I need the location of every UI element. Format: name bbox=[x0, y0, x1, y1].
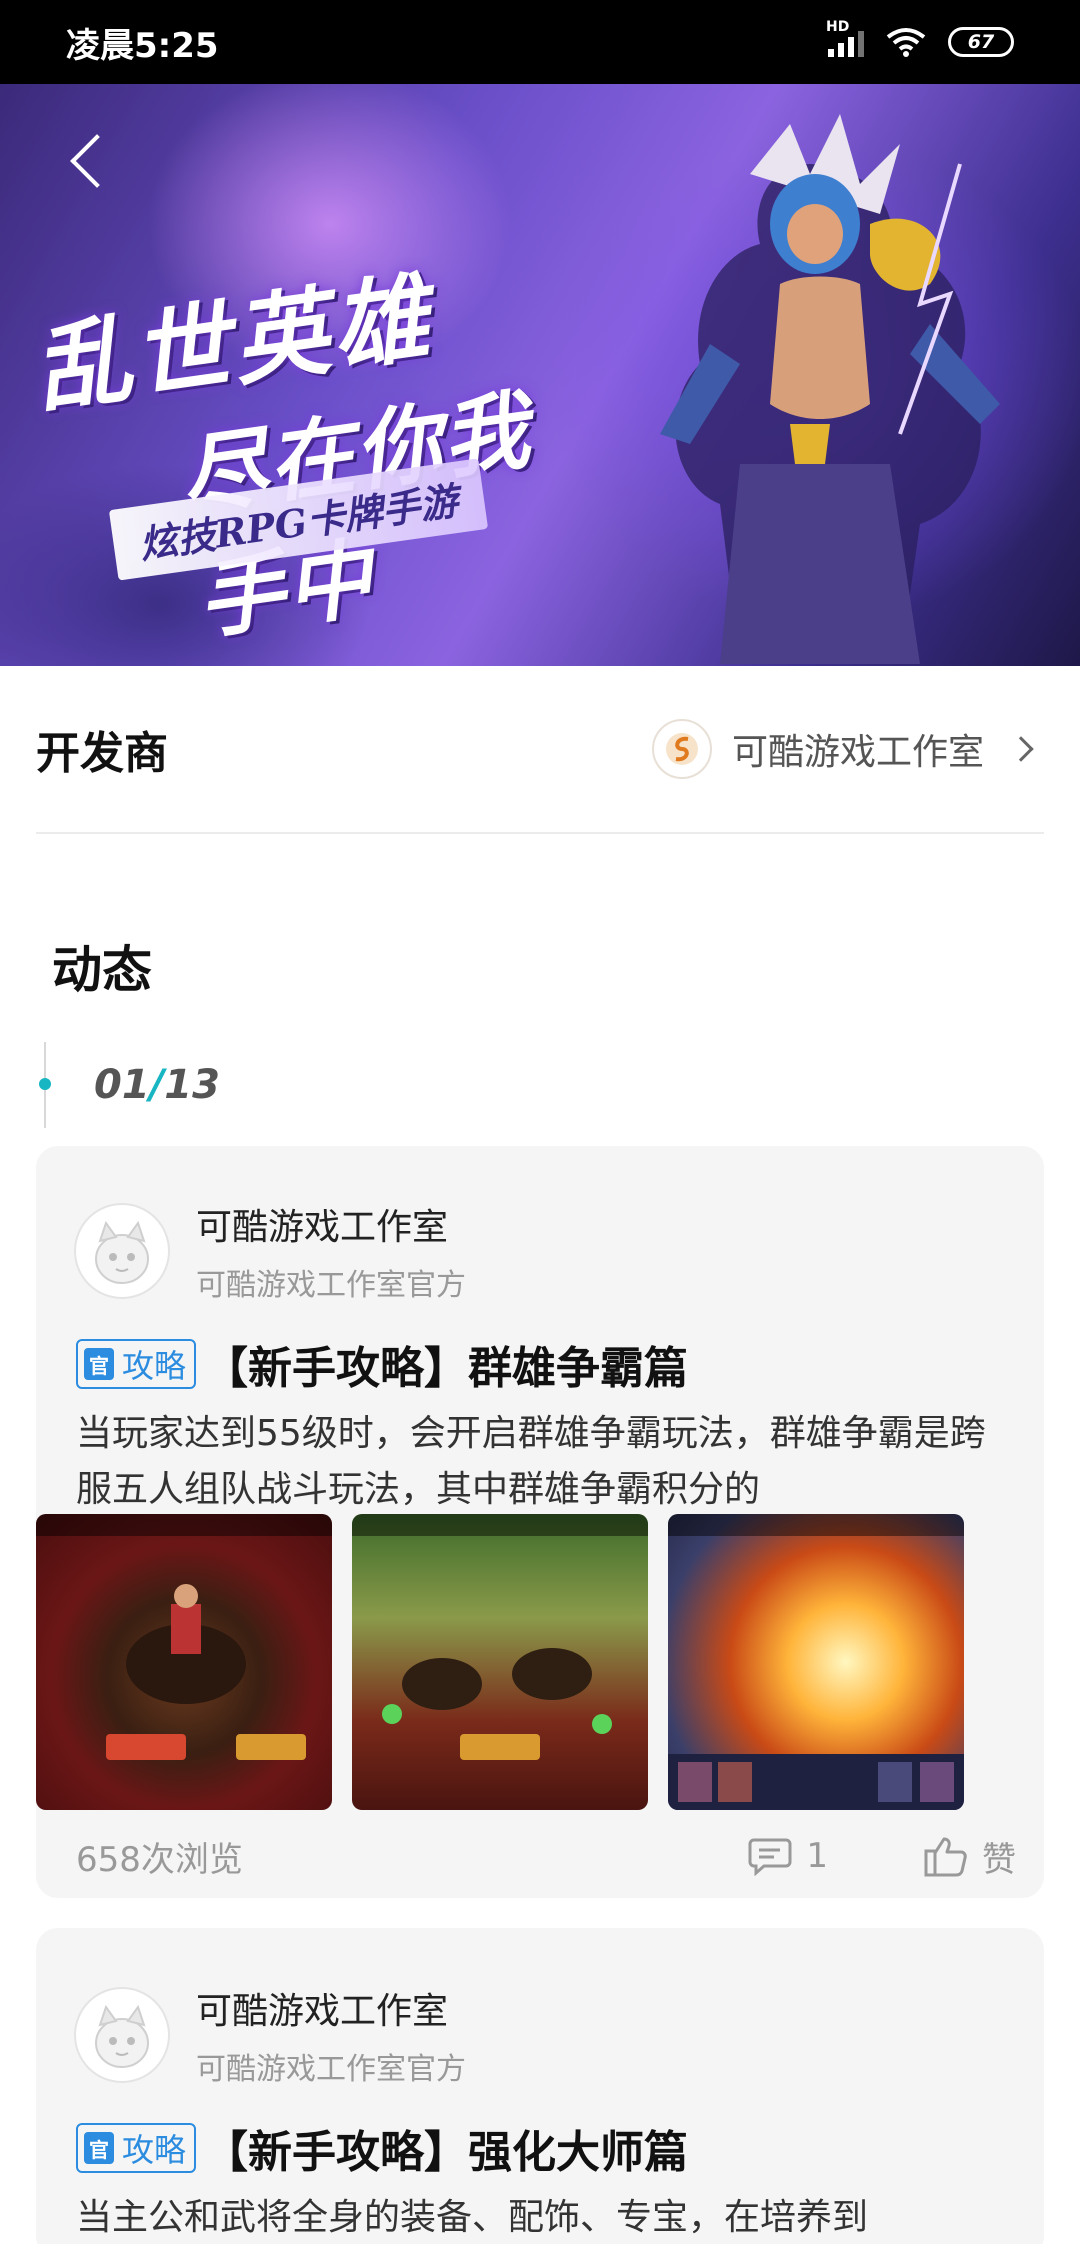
post-pager: 01/13 bbox=[39, 1042, 220, 1128]
mascot-avatar-icon bbox=[95, 2004, 149, 2068]
avatar[interactable] bbox=[74, 1987, 170, 2083]
post-title-row[interactable]: 官 攻略 【新手攻略】群雄争霸篇 bbox=[76, 1332, 688, 1396]
section-title: 动态 bbox=[52, 941, 152, 999]
strategy-badge: 官 攻略 bbox=[76, 1339, 197, 1389]
status-time: 凌晨5:25 bbox=[66, 25, 219, 66]
comment-button[interactable]: 1 bbox=[748, 1836, 828, 1876]
hero-banner: 乱世英雄 尽在你我手中 炫技RPG卡牌手游 bbox=[0, 84, 1080, 666]
post-images bbox=[36, 1514, 964, 1810]
pager-dot bbox=[39, 1078, 51, 1090]
signal-icon: HD bbox=[826, 19, 864, 57]
wifi-icon bbox=[886, 28, 926, 57]
author-name: 可酷游戏工作室 bbox=[196, 1207, 449, 1248]
battery-icon: 67 bbox=[948, 27, 1014, 57]
strategy-badge: 官 攻略 bbox=[76, 2123, 197, 2173]
pager-text: 01/13 bbox=[94, 1062, 220, 1108]
chevron-right-icon bbox=[1008, 736, 1034, 762]
back-icon[interactable] bbox=[70, 134, 124, 188]
hero-slogan: 乱世英雄 尽在你我手中 bbox=[24, 217, 632, 666]
battery-level: 67 bbox=[967, 31, 995, 53]
developer-row: 开发商 可酷游戏工作室 bbox=[36, 666, 1044, 834]
post-title: 【新手攻略】群雄争霸篇 bbox=[204, 1343, 689, 1394]
post-card[interactable]: 可酷游戏工作室 可酷游戏工作室官方 官 攻略 【新手攻略】群雄争霸篇 当玩家达到… bbox=[36, 1146, 1044, 1898]
post-title: 【新手攻略】强化大师篇 bbox=[204, 2127, 689, 2178]
pager-current: 01 bbox=[94, 1062, 150, 1108]
post-body[interactable]: 当玩家达到55级时，会开启群雄争霸玩法，群雄争霸是跨服五人组队战斗玩法，其中群雄… bbox=[76, 1406, 1006, 1518]
post-author[interactable]: 可酷游戏工作室 可酷游戏工作室官方 bbox=[74, 1982, 466, 2088]
mascot-avatar-icon bbox=[95, 1220, 149, 1284]
hero-character-illustration bbox=[660, 114, 1000, 664]
post-image[interactable] bbox=[668, 1514, 964, 1810]
badge-label: 攻略 bbox=[122, 1347, 187, 1385]
developer-label: 开发商 bbox=[36, 728, 168, 779]
thumbs-up-icon bbox=[924, 1837, 967, 1877]
post-image[interactable] bbox=[36, 1514, 332, 1810]
developer-logo bbox=[651, 719, 712, 779]
horse-rider-scene bbox=[126, 1584, 246, 1704]
skill-effect-scene bbox=[668, 1754, 964, 1810]
status-bar: 凌晨5:25 HD 67 bbox=[0, 0, 1080, 84]
developer-name: 可酷游戏工作室 bbox=[731, 732, 984, 773]
pager-separator: / bbox=[149, 1062, 165, 1108]
official-icon: 官 bbox=[84, 1348, 114, 1380]
game-button bbox=[460, 1734, 540, 1760]
status-icons: HD 67 bbox=[826, 19, 1014, 57]
badge-label: 攻略 bbox=[122, 2131, 187, 2169]
comment-count: 1 bbox=[806, 1836, 828, 1876]
post-image[interactable] bbox=[352, 1514, 648, 1810]
pager-total: 13 bbox=[164, 1062, 220, 1108]
post-title-row[interactable]: 官 攻略 【新手攻略】强化大师篇 bbox=[76, 2116, 688, 2180]
avatar[interactable] bbox=[74, 1203, 170, 1299]
game-button bbox=[106, 1734, 186, 1760]
post-body[interactable]: 当主公和武将全身的装备、配饰、专宝，在培养到 bbox=[76, 2190, 1006, 2244]
like-button[interactable]: 赞 bbox=[924, 1832, 1016, 1881]
post-card[interactable]: 可酷游戏工作室 可酷游戏工作室官方 官 攻略 【新手攻略】强化大师篇 当主公和武… bbox=[36, 1928, 1044, 2244]
author-name: 可酷游戏工作室 bbox=[196, 1991, 449, 2032]
post-author[interactable]: 可酷游戏工作室 可酷游戏工作室官方 bbox=[74, 1198, 466, 1304]
developer-logo-icon bbox=[665, 733, 698, 765]
hd-badge: HD bbox=[826, 19, 850, 35]
developer-link[interactable]: 可酷游戏工作室 bbox=[651, 719, 1044, 779]
author-subtitle: 可酷游戏工作室官方 bbox=[196, 1268, 466, 1303]
battle-scene bbox=[382, 1648, 612, 1734]
comment-icon bbox=[748, 1838, 792, 1876]
like-label: 赞 bbox=[982, 1839, 1016, 1880]
post-footer: 658次浏览 1 赞 bbox=[76, 1832, 1016, 1880]
author-subtitle: 可酷游戏工作室官方 bbox=[196, 2052, 466, 2087]
official-icon: 官 bbox=[84, 2132, 114, 2164]
game-button bbox=[236, 1734, 306, 1760]
view-count: 658次浏览 bbox=[76, 1839, 243, 1880]
